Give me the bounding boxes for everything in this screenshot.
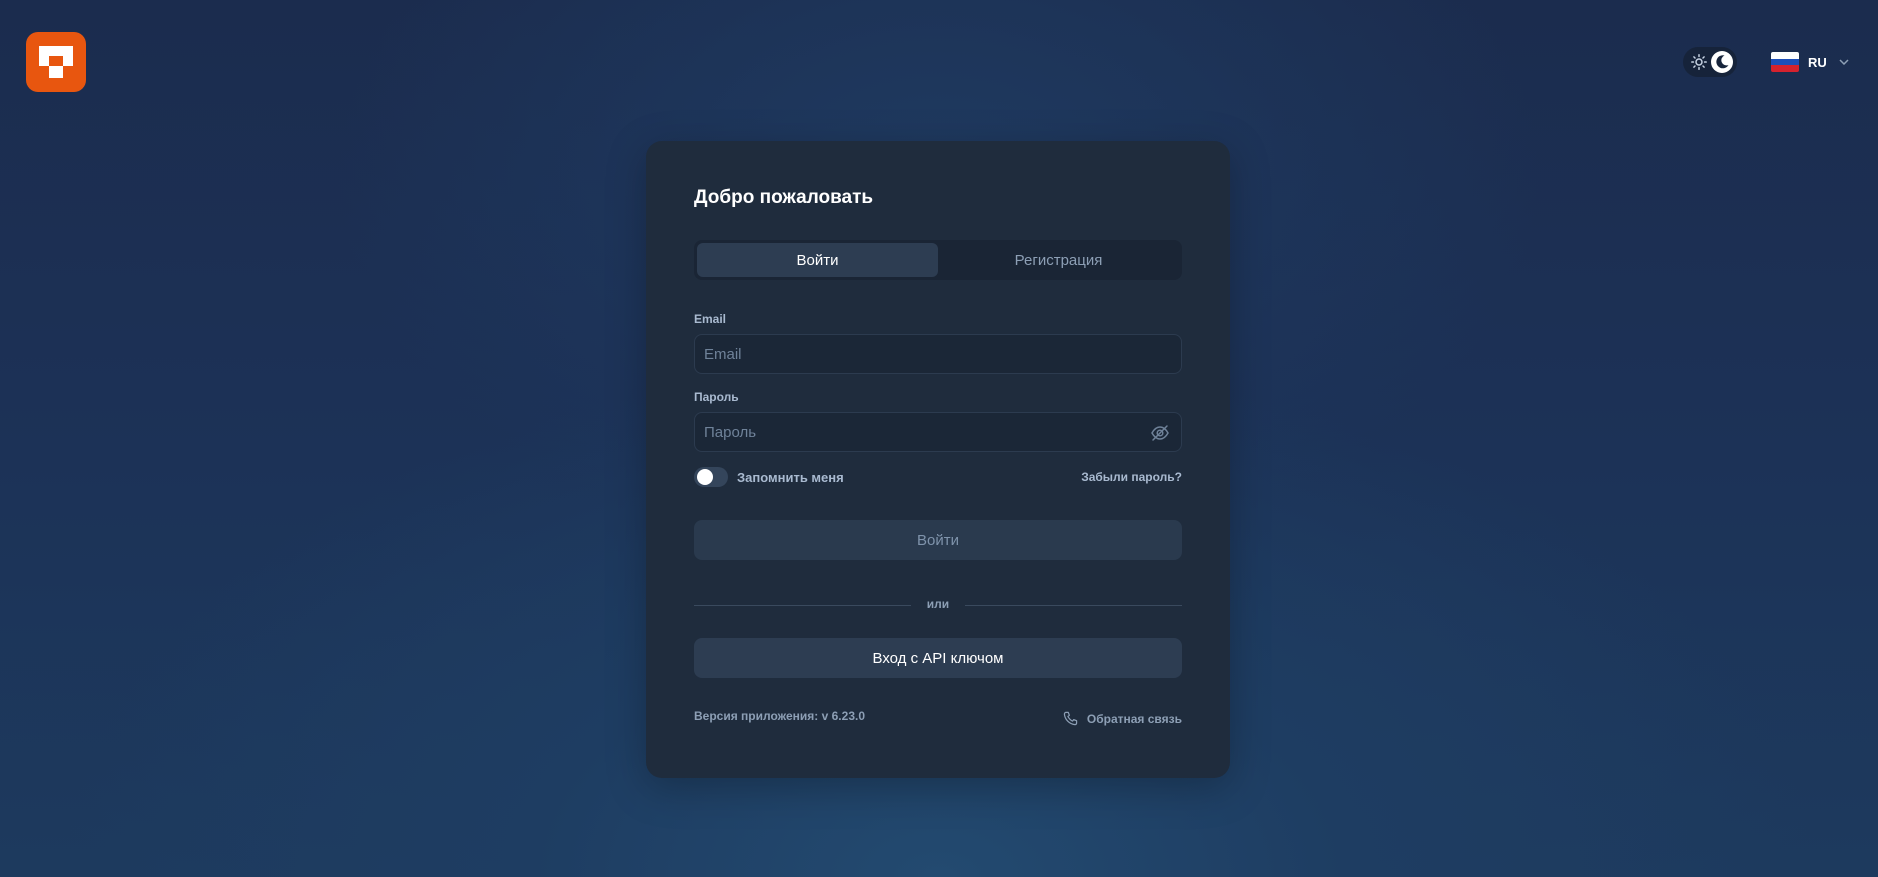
remember-me-toggle[interactable] (694, 467, 728, 487)
email-label: Email (694, 312, 727, 326)
phone-icon (1063, 711, 1078, 726)
sun-icon (1691, 54, 1707, 70)
auth-tabs: Войти Регистрация (694, 240, 1182, 280)
chevron-down-icon (1839, 59, 1849, 65)
app-logo[interactable] (26, 32, 86, 92)
password-label: Пароль (694, 390, 739, 404)
login-button[interactable]: Войти (694, 520, 1182, 560)
remember-me: Запомнить меня (694, 467, 844, 487)
tab-register[interactable]: Регистрация (938, 243, 1179, 277)
password-input[interactable] (695, 413, 1181, 451)
moon-icon (1716, 55, 1729, 69)
tab-login[interactable]: Войти (697, 243, 938, 277)
divider-line-right (965, 605, 1182, 606)
russia-flag-icon (1771, 52, 1799, 72)
language-code: RU (1808, 54, 1827, 70)
login-card: Добро пожаловать Войти Регистрация Email… (646, 141, 1230, 778)
email-input[interactable] (695, 335, 1181, 373)
card-title: Добро пожаловать (694, 187, 874, 208)
logo-icon (39, 46, 73, 78)
language-selector[interactable]: RU (1771, 50, 1849, 74)
forgot-password-link[interactable]: Забыли пароль? (1081, 470, 1182, 484)
divider-text: или (926, 597, 950, 611)
feedback-label: Обратная связь (1086, 711, 1182, 726)
dark-mode-knob (1711, 51, 1733, 73)
toggle-knob (697, 469, 713, 485)
eye-off-icon[interactable] (1150, 423, 1170, 443)
or-divider: или (694, 597, 1182, 613)
feedback-link[interactable]: Обратная связь (1063, 711, 1182, 726)
remember-me-label: Запомнить меня (737, 469, 844, 485)
theme-toggle[interactable] (1683, 47, 1737, 77)
app-version: Версия приложения: v 6.23.0 (694, 709, 865, 723)
password-field-wrapper (694, 412, 1182, 452)
api-key-login-button[interactable]: Вход с API ключом (694, 638, 1182, 678)
email-field-wrapper (694, 334, 1182, 374)
